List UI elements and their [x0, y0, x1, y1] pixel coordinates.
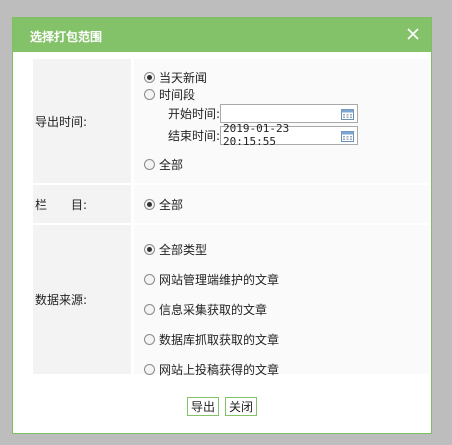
end-time-input[interactable]: 2019-01-23 20:15:55 [220, 122, 359, 148]
column-label-cell: 栏 目: [33, 185, 131, 223]
radio-time-period-indicator[interactable] [144, 88, 155, 100]
radio-all-time-indicator[interactable] [144, 158, 155, 170]
radio-site-submit[interactable]: 网站上投稿获得的文章 [144, 361, 279, 377]
radio-info-collect-label: 信息采集获取的文章 [159, 302, 268, 317]
radio-site-admin[interactable]: 网站管理端维护的文章 [144, 271, 279, 287]
radio-site-admin-indicator[interactable] [144, 273, 155, 285]
data-source-value-cell: 全部类型 网站管理端维护的文章 信息采集获取的文章 数据库抓取获取的文章 网站上… [134, 225, 429, 377]
radio-column-all-label: 全部 [159, 197, 184, 212]
radio-db-fetch-indicator[interactable] [144, 333, 155, 345]
radio-db-fetch-label: 数据库抓取获取的文章 [159, 332, 280, 347]
export-button[interactable]: 导出 [186, 397, 219, 416]
end-time-value: 2019-01-23 20:15:55 [223, 122, 290, 148]
radio-time-period-label: 时间段 [159, 87, 196, 102]
radio-column-all[interactable]: 全部 [144, 196, 183, 212]
data-source-row: 数据来源: 全部类型 网站管理端维护的文章 信息采集获取的文章 数据库抓取获取的… [33, 225, 429, 377]
export-form: 导出时间: 当天新闻 时间段 开始时间: 结束时间: 2019-01-23 20… [33, 59, 429, 377]
calendar-icon[interactable] [341, 130, 355, 142]
radio-all-time-label: 全部 [159, 157, 184, 172]
radio-db-fetch[interactable]: 数据库抓取获取的文章 [144, 331, 279, 347]
end-time-line: 结束时间: 2019-01-23 20:15:55 [168, 122, 359, 148]
column-value-cell: 全部 [134, 185, 429, 223]
radio-site-submit-label: 网站上投稿获得的文章 [159, 362, 280, 377]
dialog-buttons: 导出 关闭 [13, 397, 431, 416]
data-source-label-cell: 数据来源: [33, 225, 131, 374]
radio-today-news[interactable]: 当天新闻 [144, 69, 207, 85]
dialog-title: 选择打包范围 [30, 30, 103, 44]
start-time-label: 开始时间: [168, 106, 221, 121]
close-button[interactable]: 关闭 [225, 397, 258, 416]
radio-column-all-indicator[interactable] [144, 198, 155, 210]
radio-today-news-label: 当天新闻 [159, 70, 208, 85]
calendar-icon[interactable] [341, 108, 355, 120]
export-time-row: 导出时间: 当天新闻 时间段 开始时间: 结束时间: 2019-01-23 20… [33, 59, 429, 183]
close-icon[interactable] [405, 26, 421, 42]
radio-info-collect[interactable]: 信息采集获取的文章 [144, 301, 267, 317]
radio-all-types[interactable]: 全部类型 [144, 241, 207, 257]
radio-info-collect-indicator[interactable] [144, 303, 155, 315]
export-time-label: 导出时间: [35, 114, 88, 129]
column-row: 栏 目: 全部 [33, 185, 429, 223]
radio-all-types-label: 全部类型 [159, 242, 208, 257]
radio-all-time[interactable]: 全部 [144, 156, 183, 172]
start-time-line: 开始时间: [168, 103, 359, 123]
end-time-label: 结束时间: [168, 128, 221, 143]
radio-today-news-indicator[interactable] [144, 71, 155, 83]
column-label: 栏 目: [35, 197, 88, 212]
radio-site-admin-label: 网站管理端维护的文章 [159, 272, 280, 287]
start-time-input[interactable] [220, 103, 359, 123]
radio-all-types-indicator[interactable] [144, 243, 155, 255]
radio-site-submit-indicator[interactable] [144, 363, 155, 375]
export-time-value-cell: 当天新闻 时间段 开始时间: 结束时间: 2019-01-23 20:15:55… [134, 59, 429, 183]
data-source-label: 数据来源: [35, 293, 88, 307]
pack-range-dialog: 选择打包范围 导出时间: 当天新闻 时间段 开始时间: 结束时间: 2019-0… [12, 17, 432, 434]
radio-time-period[interactable]: 时间段 [144, 86, 195, 102]
export-time-label-cell: 导出时间: [33, 59, 131, 183]
dialog-title-bar: 选择打包范围 [13, 18, 431, 52]
